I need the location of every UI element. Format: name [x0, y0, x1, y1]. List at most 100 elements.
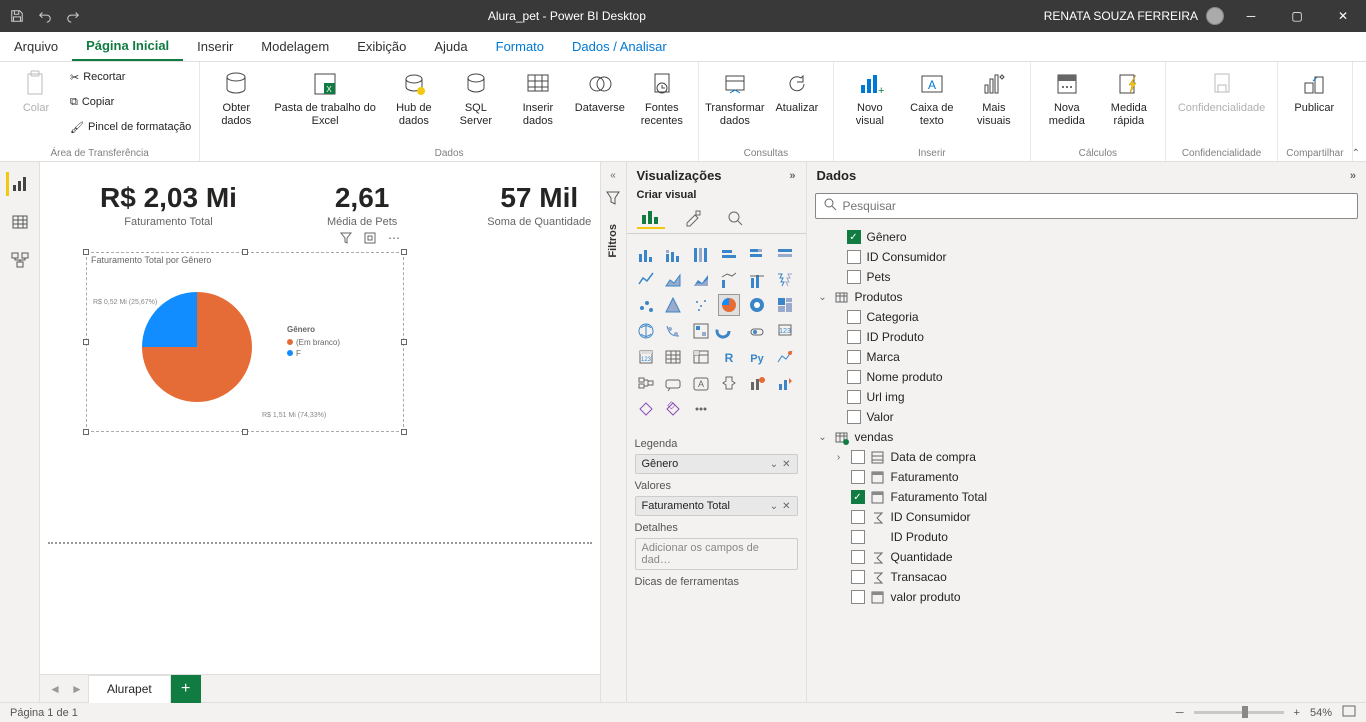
focus-mode-icon[interactable] — [361, 229, 379, 247]
visual-type-option[interactable] — [635, 320, 657, 342]
visual-type-option[interactable] — [690, 320, 712, 342]
data-hub-button[interactable]: Hub de dados — [386, 66, 442, 128]
data-view-icon[interactable] — [8, 210, 32, 234]
page-tab[interactable]: Alurapet — [88, 675, 171, 703]
checkbox[interactable] — [847, 370, 861, 384]
checkbox[interactable] — [847, 390, 861, 404]
checkbox[interactable] — [851, 510, 865, 524]
model-view-icon[interactable] — [8, 248, 32, 272]
checkbox[interactable]: ✓ — [847, 230, 861, 244]
report-canvas[interactable]: R$ 2,03 Mi Faturamento Total 2,61 Média … — [40, 162, 601, 702]
field-item[interactable]: Url img — [813, 387, 1361, 407]
visual-type-option[interactable] — [774, 346, 796, 368]
more-options-icon[interactable]: ⋯ — [385, 229, 403, 247]
field-item[interactable]: ID Produto — [813, 327, 1361, 347]
visual-type-option[interactable] — [774, 372, 796, 394]
chevron-down-icon[interactable]: ⌄ — [817, 432, 829, 443]
expand-filters-icon[interactable]: « — [610, 170, 616, 181]
visual-type-option[interactable] — [662, 294, 684, 316]
visual-type-option[interactable] — [774, 294, 796, 316]
field-item[interactable]: Faturamento — [813, 467, 1361, 487]
visual-type-option[interactable]: R — [718, 346, 740, 368]
visual-type-option[interactable] — [746, 320, 768, 342]
field-item[interactable]: ID Consumidor — [813, 247, 1361, 267]
tab-exibicao[interactable]: Exibição — [343, 32, 420, 61]
table-produtos[interactable]: ⌄Produtos — [813, 287, 1361, 307]
visual-type-option[interactable] — [746, 372, 768, 394]
resize-handle[interactable] — [401, 339, 407, 345]
well-values[interactable]: Faturamento Total⌄✕ — [635, 496, 798, 516]
field-item[interactable]: Marca — [813, 347, 1361, 367]
well-legend[interactable]: Gênero⌄✕ — [635, 454, 798, 474]
filters-pane-collapsed[interactable]: « Filtros — [601, 162, 627, 702]
tab-dados-analisar[interactable]: Dados / Analisar — [558, 32, 681, 61]
quick-measure-button[interactable]: Medida rápida — [1101, 66, 1157, 128]
pie-chart-visual[interactable]: ⋯ Faturamento Total por Gênero — [86, 252, 404, 432]
visual-type-option[interactable] — [635, 372, 657, 394]
checkbox[interactable] — [851, 590, 865, 604]
field-item[interactable]: ID Produto — [813, 527, 1361, 547]
visual-type-option[interactable]: Py — [746, 346, 768, 368]
search-field[interactable] — [815, 193, 1359, 219]
undo-icon[interactable] — [36, 7, 54, 25]
expand-pane-icon[interactable]: » — [789, 170, 795, 182]
expand-pane-icon[interactable]: » — [1350, 170, 1356, 182]
report-view-icon[interactable] — [6, 172, 30, 196]
visual-type-option[interactable] — [690, 268, 712, 290]
visual-type-option[interactable] — [774, 242, 796, 264]
new-measure-button[interactable]: Nova medida — [1039, 66, 1095, 128]
visual-type-option[interactable] — [662, 398, 684, 420]
field-item[interactable]: Transacao — [813, 567, 1361, 587]
ribbon-collapse-icon[interactable]: ⌃ — [1352, 148, 1360, 159]
format-visual-tab[interactable] — [679, 207, 707, 229]
field-item[interactable]: ID Consumidor — [813, 507, 1361, 527]
tab-formato[interactable]: Formato — [482, 32, 558, 61]
search-input[interactable] — [843, 199, 1350, 213]
card-soma-quantidade[interactable]: 57 Mil Soma de Quantidade — [487, 182, 591, 228]
get-data-button[interactable]: Obter dados — [208, 66, 264, 128]
visual-type-option[interactable] — [718, 268, 740, 290]
tab-modelagem[interactable]: Modelagem — [247, 32, 343, 61]
cut-button[interactable]: ✂Recortar — [70, 66, 191, 88]
format-painter-button[interactable]: 🖌Pincel de formatação — [70, 116, 191, 138]
visual-type-option[interactable] — [662, 268, 684, 290]
card-media-pets[interactable]: 2,61 Média de Pets — [327, 182, 397, 228]
chevron-down-icon[interactable]: ⌄ — [770, 501, 778, 512]
table-vendas[interactable]: ⌄vendas — [813, 427, 1361, 447]
add-page-button[interactable]: + — [171, 675, 201, 703]
visual-type-pie-chart[interactable] — [718, 294, 740, 316]
visual-type-option[interactable] — [635, 268, 657, 290]
recent-sources-button[interactable]: Fontes recentes — [634, 66, 690, 128]
build-visual-tab[interactable] — [637, 207, 665, 229]
checkbox[interactable] — [851, 570, 865, 584]
card-faturamento-total[interactable]: R$ 2,03 Mi Faturamento Total — [100, 182, 237, 228]
visual-type-option[interactable] — [746, 294, 768, 316]
visual-type-option[interactable] — [718, 242, 740, 264]
checkbox[interactable] — [847, 330, 861, 344]
well-details[interactable]: Adicionar os campos de dad… — [635, 538, 798, 570]
resize-handle[interactable] — [401, 429, 407, 435]
fit-to-page-icon[interactable] — [1342, 705, 1356, 720]
field-item[interactable]: ›Data de compra — [813, 447, 1361, 467]
next-page-icon[interactable]: ► — [66, 678, 88, 700]
checkbox[interactable] — [847, 250, 861, 264]
resize-handle[interactable] — [242, 249, 248, 255]
tab-pagina-inicial[interactable]: Página Inicial — [72, 32, 183, 61]
checkbox[interactable] — [847, 310, 861, 324]
zoom-in-icon[interactable]: + — [1294, 707, 1300, 719]
visual-type-option[interactable] — [718, 320, 740, 342]
visual-type-option[interactable] — [662, 346, 684, 368]
field-item[interactable]: Valor — [813, 407, 1361, 427]
field-item[interactable]: valor produto — [813, 587, 1361, 607]
chevron-down-icon[interactable]: ⌄ — [817, 292, 829, 303]
zoom-slider[interactable] — [1194, 711, 1284, 714]
sql-server-button[interactable]: SQL Server — [448, 66, 504, 128]
tab-arquivo[interactable]: Arquivo — [0, 32, 72, 61]
new-visual-button[interactable]: +Novo visual — [842, 66, 898, 128]
filter-icon[interactable] — [337, 229, 355, 247]
field-item[interactable]: ✓Faturamento Total — [813, 487, 1361, 507]
checkbox[interactable] — [851, 550, 865, 564]
checkbox[interactable] — [847, 350, 861, 364]
analytics-tab[interactable] — [721, 207, 749, 229]
resize-handle[interactable] — [401, 249, 407, 255]
